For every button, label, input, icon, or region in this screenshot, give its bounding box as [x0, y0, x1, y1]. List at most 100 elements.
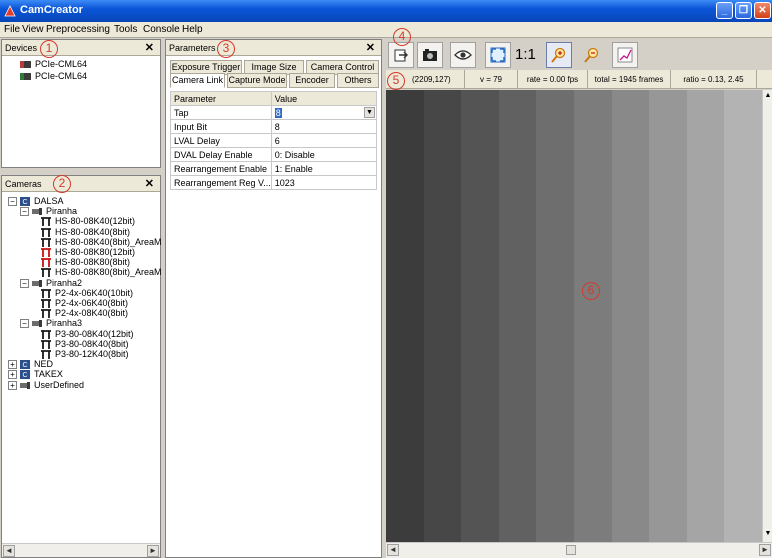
zoom-out-icon — [584, 47, 599, 63]
collapse-icon[interactable]: − — [20, 319, 29, 329]
collapse-icon[interactable]: − — [20, 278, 29, 288]
fit-window-button[interactable] — [485, 42, 511, 68]
param-name: LVAL Delay — [170, 133, 272, 148]
table-row[interactable]: Rearrangement Reg V... 1023 — [170, 175, 378, 190]
app-icon — [4, 5, 16, 17]
devices-panel: Devices ✕ PCIe-CML64 PCIe-CML64 — [1, 39, 161, 168]
tree-item-label: DALSA — [34, 196, 64, 206]
cameras-panel-close-icon[interactable]: ✕ — [145, 177, 154, 190]
frame-rate: rate = 0.00 fps — [518, 70, 588, 89]
parameters-panel: Parameters ✕ Exposure Trigger Image Size… — [165, 39, 382, 558]
devices-panel-title: Devices — [5, 43, 38, 53]
dropdown-arrow-icon[interactable]: ▼ — [364, 107, 375, 118]
expand-icon[interactable]: + — [8, 360, 17, 370]
camera-icon — [423, 49, 437, 61]
zoom-out-button[interactable] — [579, 42, 605, 68]
parameters-panel-close-icon[interactable]: ✕ — [366, 41, 375, 54]
tab-encoder[interactable]: Encoder — [289, 73, 335, 88]
vendor-icon: C — [20, 197, 30, 206]
pcie-card-icon — [20, 73, 31, 80]
scroll-down-icon[interactable]: ▼ — [763, 530, 772, 540]
column-header-parameter: Parameter — [170, 91, 272, 106]
image-stripe — [686, 90, 725, 542]
tree-item-label: P2-4x-08K40(8bit) — [55, 308, 129, 319]
zoom-1-1-button[interactable]: 1:1 — [515, 46, 536, 63]
svg-text:C: C — [22, 199, 27, 206]
tree-item-label: P2-4x-06K40(10bit) — [55, 287, 134, 298]
param-value[interactable]: 6 — [270, 133, 378, 148]
pixel-value: v = 79 — [465, 70, 518, 89]
tree-item-label: P3-80-08K40(12bit) — [55, 328, 134, 339]
table-row[interactable]: DVAL Delay Enable 0: Disable — [170, 147, 378, 162]
image-stripe — [649, 90, 687, 542]
scroll-thumb[interactable] — [566, 545, 576, 555]
menu-console[interactable]: Console — [143, 24, 180, 35]
menu-tools[interactable]: Tools — [114, 24, 137, 35]
tab-camera-link[interactable]: Camera Link — [170, 73, 225, 88]
menu-view[interactable]: View — [22, 24, 44, 35]
tab-others[interactable]: Others — [337, 73, 379, 88]
image-status-bar: (2209,127) v = 79 rate = 0.00 fps total … — [386, 70, 772, 89]
table-row[interactable]: Input Bit 8 — [170, 119, 378, 134]
collapse-icon[interactable]: − — [20, 207, 29, 217]
callout-2: 2 — [53, 175, 71, 193]
scroll-left-icon[interactable]: ◄ — [3, 545, 15, 557]
menu-help[interactable]: Help — [182, 24, 203, 35]
tree-item-label: Piranha — [46, 206, 78, 217]
restore-button[interactable]: ❐ — [735, 2, 752, 19]
menu-file[interactable]: File — [4, 24, 20, 35]
menu-preprocessing[interactable]: Preprocessing — [46, 24, 110, 35]
tree-item-label: HS-80-08K40(8bit) — [55, 226, 131, 237]
scroll-up-icon[interactable]: ▲ — [763, 92, 772, 102]
tab-capture-mode[interactable]: Capture Mode — [227, 73, 287, 88]
cameras-panel-title: Cameras — [5, 179, 42, 189]
param-name: Input Bit — [170, 119, 272, 134]
device-label: PCIe-CML64 — [35, 71, 88, 81]
image-vscrollbar[interactable]: ▲ ▼ — [762, 90, 772, 542]
pcie-card-icon — [20, 61, 31, 68]
param-value-select[interactable]: 8 ▼ — [270, 105, 378, 120]
table-row[interactable]: Tap 8 ▼ — [170, 105, 378, 120]
preview-button[interactable] — [450, 42, 476, 68]
camera-family-icon — [20, 381, 30, 389]
param-value[interactable]: 1: Enable — [270, 161, 378, 176]
image-canvas[interactable] — [386, 90, 762, 542]
table-row[interactable]: Rearrangement Enable 1: Enable — [170, 161, 378, 176]
param-name: Tap — [170, 105, 272, 120]
cameras-hscrollbar[interactable]: ◄ ► — [2, 543, 160, 557]
devices-panel-header: Devices ✕ — [2, 40, 160, 56]
window-title: CamCreator — [20, 4, 83, 16]
ratio: ratio = 0.13, 2.45 — [671, 70, 757, 89]
total-frames: total = 1945 frames — [588, 70, 671, 89]
tree-item-label: HS-80-08K40(8bit)_AreaM — [55, 236, 162, 247]
devices-panel-close-icon[interactable]: ✕ — [145, 41, 154, 54]
column-header-value: Value — [270, 91, 378, 106]
scroll-left-icon[interactable]: ◄ — [387, 544, 399, 556]
tree-item-label: P3-80-12K40(8bit) — [55, 349, 129, 359]
cameras-panel: Cameras ✕ − C DALSA − Piranha HS-80-08K40(12b… — [1, 175, 162, 558]
param-value[interactable]: 8 — [270, 119, 378, 134]
expand-icon[interactable]: + — [8, 380, 17, 390]
scroll-right-icon[interactable]: ► — [147, 545, 159, 557]
zoom-in-icon — [551, 47, 566, 63]
capture-button[interactable] — [417, 42, 443, 68]
parameters-panel-title: Parameters — [169, 43, 216, 53]
param-value[interactable]: 0: Disable — [270, 147, 378, 162]
image-hscrollbar[interactable]: ◄ ► — [386, 542, 772, 558]
image-stripe — [498, 90, 537, 542]
scroll-right-icon[interactable]: ► — [759, 544, 771, 556]
param-value[interactable]: 1023 — [270, 175, 378, 190]
collapse-icon[interactable]: − — [8, 197, 17, 206]
close-button[interactable]: ✕ — [754, 2, 771, 19]
svg-text:C: C — [22, 372, 27, 379]
expand-icon[interactable]: + — [8, 370, 17, 380]
zoom-in-button[interactable] — [546, 42, 572, 68]
menu-bar: File View Preprocessing Tools Console He… — [0, 22, 772, 38]
histogram-button[interactable] — [612, 42, 638, 68]
param-name: Rearrangement Enable — [170, 161, 272, 176]
parameters-panel-header: Parameters ✕ — [166, 40, 381, 56]
table-row[interactable]: LVAL Delay 6 — [170, 133, 378, 148]
image-stripe — [611, 90, 650, 542]
minimize-button[interactable]: _ — [716, 2, 733, 19]
cameras-panel-header: Cameras ✕ — [2, 176, 160, 192]
